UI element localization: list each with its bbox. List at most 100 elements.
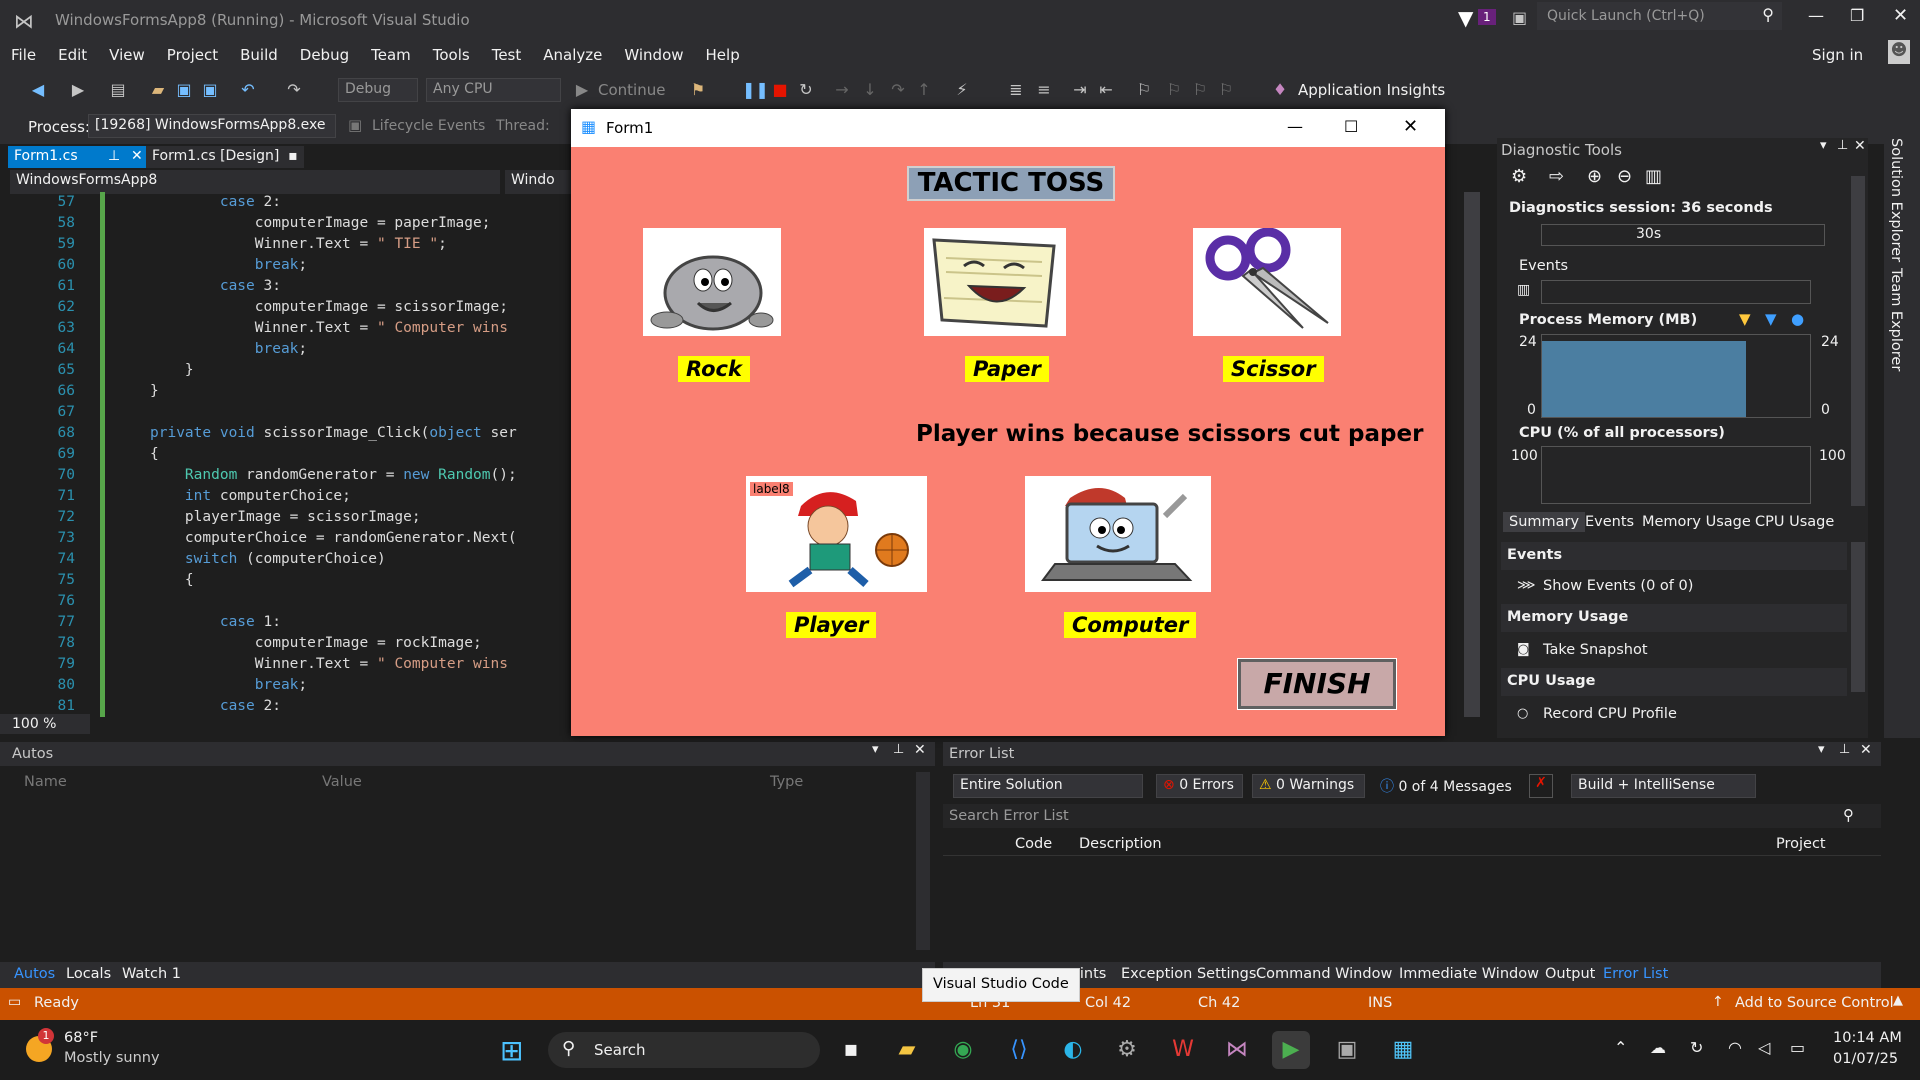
bookmark-icon[interactable]: ⚐ [1134, 80, 1154, 100]
step-up-icon[interactable]: ↑ [914, 80, 934, 100]
errlist-dropdown-icon[interactable]: ▾ [1818, 742, 1825, 757]
edge-icon[interactable]: ◐ [1054, 1031, 1092, 1069]
feedback-icon[interactable]: ▣ [1512, 8, 1527, 27]
menu-team[interactable]: Team [360, 46, 422, 64]
build-intellisense-dropdown[interactable]: Build + IntelliSense [1571, 774, 1756, 798]
tray-sync-icon[interactable]: ↻ [1690, 1038, 1703, 1057]
tab-command-window[interactable]: Command Window [1256, 966, 1392, 982]
code-line[interactable]: 73 computerChoice = randomGenerator.Next… [0, 528, 571, 549]
source-control-caret-icon[interactable]: ▲ [1893, 993, 1903, 1008]
file-explorer-icon[interactable]: ▰ [888, 1031, 926, 1069]
pause-icon[interactable]: ❚❚ [742, 80, 769, 100]
form-app-taskbar-icon[interactable]: ▶ [1272, 1031, 1310, 1069]
platform-dropdown[interactable]: Any CPU [426, 78, 561, 102]
attach-icon[interactable]: ⚑ [688, 80, 708, 100]
new-project-icon[interactable]: ▤ [108, 80, 128, 100]
tab-exception-settings[interactable]: Exception Settings [1121, 966, 1256, 982]
code-line[interactable]: 61 case 3: [0, 276, 571, 297]
code-line[interactable]: 77 case 1: [0, 612, 571, 633]
form-maximize-button[interactable]: ☐ [1344, 117, 1358, 136]
settings-gear-icon[interactable]: ⚙ [1511, 166, 1527, 187]
volume-icon[interactable]: ◁ [1758, 1038, 1770, 1057]
code-line[interactable]: 70 Random randomGenerator = new Random()… [0, 465, 571, 486]
tab-watch-1[interactable]: Watch 1 [122, 966, 181, 982]
continue-button[interactable]: Continue [598, 81, 665, 99]
source-control-up-icon[interactable]: ↑ [1712, 994, 1724, 1010]
filter-icon[interactable]: ▼ [1458, 6, 1473, 30]
outdent-icon[interactable]: ⇤ [1096, 80, 1116, 100]
save-icon[interactable]: ▣ [174, 80, 194, 100]
application-insights-button[interactable]: Application Insights [1298, 81, 1445, 99]
col-description[interactable]: Description [1079, 836, 1162, 852]
col-code[interactable]: Code [1015, 836, 1052, 852]
code-line[interactable]: 74 switch (computerChoice) [0, 549, 571, 570]
minimize-button[interactable]: — [1808, 6, 1824, 25]
code-line[interactable]: 65 } [0, 360, 571, 381]
forward-icon[interactable]: ▶ [68, 80, 88, 100]
process-dropdown[interactable]: [19268] WindowsFormsApp8.exe [88, 114, 336, 138]
code-line[interactable]: 78 computerImage = rockImage; [0, 633, 571, 654]
undo-icon[interactable]: ↶ [238, 80, 258, 100]
clock-date[interactable]: 01/07/25 [1833, 1051, 1898, 1067]
hot-reload-icon[interactable]: ⚡ [952, 80, 972, 100]
tray-chevron-icon[interactable]: ⌃ [1614, 1038, 1627, 1057]
menu-file[interactable]: File [0, 46, 47, 64]
continue-icon[interactable]: ▶ [572, 80, 592, 100]
account-icon[interactable]: ☻ [1888, 40, 1910, 64]
tab-form1-cs[interactable]: Form1.cs ⊥ ✕ [8, 146, 148, 168]
code-line[interactable]: 59 Winner.Text = " TIE "; [0, 234, 571, 255]
restore-button[interactable]: ❐ [1850, 6, 1864, 25]
tab-events[interactable]: Events [1585, 514, 1634, 530]
messages-filter-button[interactable]: ⓘ 0 of 4 Messages [1374, 774, 1514, 798]
menu-build[interactable]: Build [229, 46, 289, 64]
code-line[interactable]: 63 Winner.Text = " Computer wins [0, 318, 571, 339]
taskbar-search-box[interactable]: ⚲ Search [548, 1032, 820, 1068]
tab-output[interactable]: Output [1545, 966, 1595, 982]
code-line[interactable]: 80 break; [0, 675, 571, 696]
panel-dropdown-icon[interactable]: ▾ [1820, 138, 1827, 153]
lifecycle-icon[interactable]: ▣ [348, 116, 362, 134]
form-minimize-button[interactable]: — [1287, 117, 1303, 136]
code-area[interactable]: 57 case 2: 58 computerImage = paperImage;… [0, 192, 571, 717]
tab-error-list[interactable]: Error List [1603, 966, 1668, 982]
close-button[interactable]: ✕ [1893, 5, 1908, 26]
menu-edit[interactable]: Edit [47, 46, 98, 64]
back-icon[interactable]: ◀ [28, 80, 48, 100]
restart-icon[interactable]: ↻ [796, 80, 816, 100]
col-project[interactable]: Project [1776, 836, 1826, 852]
tab-form1-design[interactable]: Form1.cs [Design] ▪ [146, 146, 304, 168]
save-all-icon[interactable]: ▣ [200, 80, 220, 100]
pause-events-icon[interactable]: ▥ [1517, 282, 1530, 298]
wps-icon[interactable]: W [1164, 1031, 1202, 1069]
tab-memory-usage[interactable]: Memory Usage [1642, 514, 1751, 530]
autos-dropdown-icon[interactable]: ▾ [872, 742, 879, 757]
weather-temp[interactable]: 68°F [64, 1030, 98, 1046]
winforms-icon[interactable]: ▦ [1384, 1031, 1422, 1069]
tab-autos[interactable]: Autos [14, 966, 55, 982]
configuration-dropdown[interactable]: Debug [338, 78, 418, 102]
add-to-source-control[interactable]: Add to Source Control [1735, 995, 1894, 1011]
editor-vertical-scrollbar[interactable] [1464, 192, 1480, 717]
menu-debug[interactable]: Debug [289, 46, 360, 64]
record-cpu-profile-button[interactable]: Record CPU Profile [1543, 706, 1677, 722]
close-tab-icon[interactable]: ✕ [131, 148, 143, 164]
code-line[interactable]: 69 { [0, 444, 571, 465]
scissor-image[interactable] [1193, 228, 1341, 336]
diag-scrollbar[interactable] [1851, 176, 1865, 506]
next-bookmark-icon[interactable]: ⚐ [1190, 80, 1210, 100]
weather-condition[interactable]: Mostly sunny [64, 1050, 160, 1066]
code-line[interactable]: 66} [0, 381, 571, 402]
open-icon[interactable]: ▰ [148, 80, 168, 100]
chrome-icon[interactable]: ◉ [944, 1031, 982, 1069]
tab-immediate-window[interactable]: Immediate Window [1399, 966, 1539, 982]
panel-close-icon[interactable]: ✕ [1854, 138, 1866, 154]
stop-icon[interactable]: ■ [770, 80, 790, 100]
code-line[interactable]: 62 computerImage = scissorImage; [0, 297, 571, 318]
autos-close-icon[interactable]: ✕ [914, 742, 926, 758]
menu-view[interactable]: View [98, 46, 156, 64]
code-line[interactable]: 68 private void scissorImage_Click(object… [0, 423, 571, 444]
scope-dropdown[interactable]: Entire Solution [953, 774, 1143, 798]
warnings-filter-button[interactable]: ⚠ 0 Warnings [1252, 774, 1365, 798]
wifi-icon[interactable]: ◠ [1728, 1038, 1742, 1057]
code-line[interactable]: 71 int computerChoice; [0, 486, 571, 507]
